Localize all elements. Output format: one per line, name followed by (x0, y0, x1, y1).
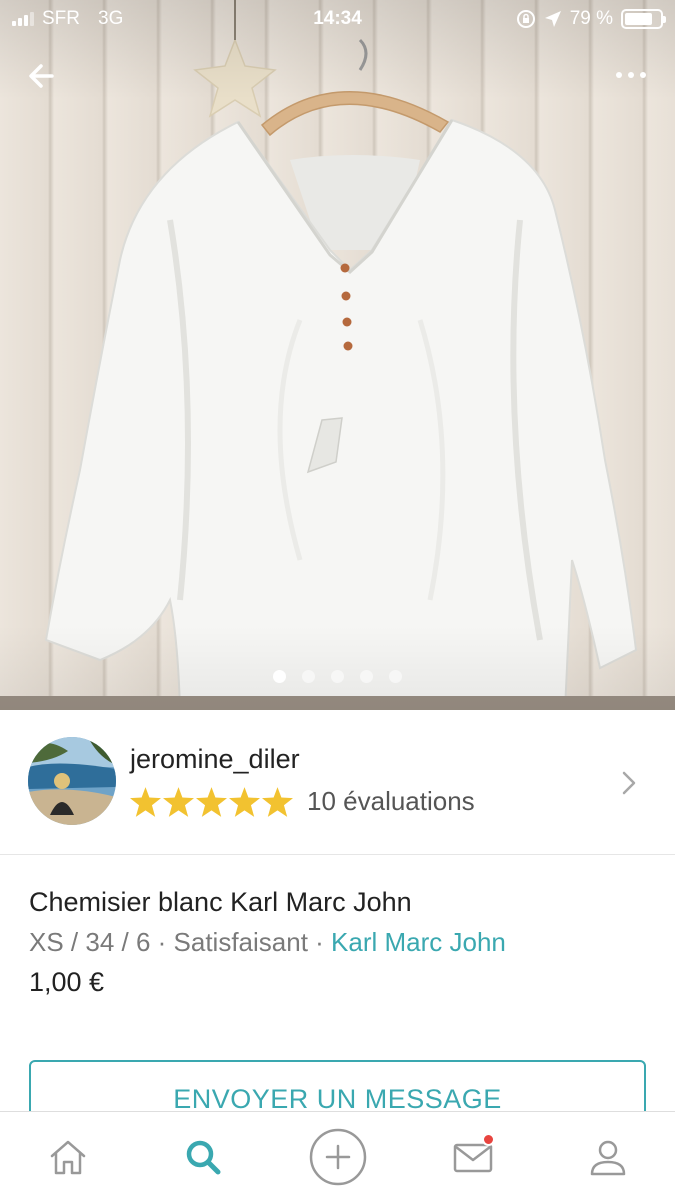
home-icon (50, 1140, 85, 1174)
back-arrow-icon[interactable] (22, 56, 62, 96)
item-price: 1,00 € (29, 967, 105, 997)
orientation-lock-icon (516, 10, 535, 28)
search-icon (186, 1140, 220, 1174)
photo-pagination (0, 670, 675, 683)
battery-icon (621, 9, 666, 29)
star-icon (262, 786, 293, 817)
reviews-count: 10 évaluations (307, 786, 475, 816)
star-icon (130, 786, 161, 817)
item-size-condition: XS / 34 / 6 · Satisfaisant · (29, 927, 332, 957)
add-circle-icon (309, 1128, 366, 1185)
item-title: Chemisier blanc Karl Marc John (29, 887, 412, 917)
seller-row[interactable]: jeromine_diler 10 évaluations (0, 710, 675, 855)
star-icon (229, 786, 260, 817)
rating-stars (130, 786, 293, 817)
product-photo[interactable]: SFR 3G 14:34 79 % (0, 0, 675, 710)
photo-shade (0, 0, 675, 710)
seller-rating: 10 évaluations (130, 786, 475, 817)
seller-username[interactable]: jeromine_diler (130, 744, 300, 775)
star-icon (163, 786, 194, 817)
tab-home[interactable] (0, 1112, 135, 1200)
page-dot[interactable] (331, 670, 344, 683)
tab-search[interactable] (135, 1112, 270, 1200)
page-dot[interactable] (273, 670, 286, 683)
bottom-tab-bar (0, 1111, 675, 1200)
chevron-right-icon[interactable] (619, 768, 639, 798)
avatar[interactable] (28, 737, 116, 825)
battery-percent: 79 % (569, 8, 613, 29)
star-icon (196, 786, 227, 817)
page-dot[interactable] (389, 670, 402, 683)
profile-icon (590, 1140, 625, 1175)
brand-link[interactable]: Karl Marc John (331, 927, 506, 957)
page-dot[interactable] (302, 670, 315, 683)
page-dot[interactable] (360, 670, 373, 683)
notification-badge (482, 1133, 495, 1146)
status-bar: SFR 3G 14:34 79 % (0, 0, 675, 40)
item-details: XS / 34 / 6 · Satisfaisant · Karl Marc J… (29, 927, 506, 958)
tab-inbox[interactable] (405, 1112, 540, 1200)
location-arrow-icon (544, 11, 561, 27)
more-options-icon[interactable] (609, 60, 653, 90)
tab-sell[interactable] (270, 1112, 405, 1200)
tab-profile[interactable] (540, 1112, 675, 1200)
